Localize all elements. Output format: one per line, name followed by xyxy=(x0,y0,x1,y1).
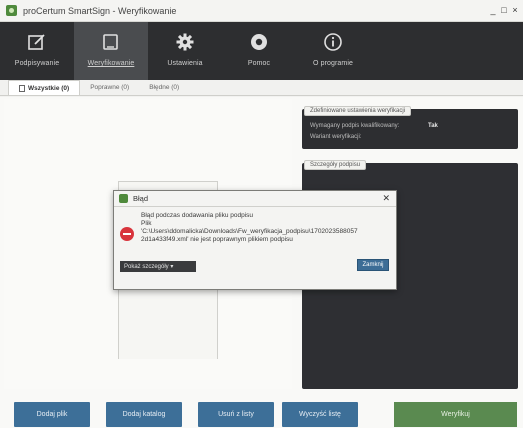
title-bar: proCertum SmartSign - Weryfikowanie _ □ … xyxy=(0,0,523,22)
window-controls: _ □ × xyxy=(489,4,519,16)
close-window-button[interactable]: × xyxy=(511,4,519,16)
setting-variant-label: Wariant weryfikacji: xyxy=(310,134,362,140)
tab-valid-label: Poprawne (0) xyxy=(90,84,130,91)
dialog-message: Błąd podczas dodawania pliku podpisu Pli… xyxy=(141,212,391,244)
dialog-close-button[interactable]: Zamknij xyxy=(357,259,389,271)
add-file-button[interactable]: Dodaj plik xyxy=(14,402,90,427)
window-title: proCertum SmartSign - Weryfikowanie xyxy=(23,5,177,16)
toolbar-about-label: O programie xyxy=(312,60,353,67)
add-folder-button[interactable]: Dodaj katalog xyxy=(106,402,182,427)
settings-panel-header: Zdefiniowane ustawienia weryfikacji xyxy=(304,106,412,116)
info-icon xyxy=(324,33,342,51)
dialog-message-line: 2d1a433f49.xml' nie jest poprawnym pliki… xyxy=(141,236,293,243)
help-icon xyxy=(251,34,267,50)
verify-button[interactable]: Weryfikuj xyxy=(394,402,517,427)
toolbar-settings-label: Ustawienia xyxy=(167,60,203,67)
dialog-title-bar: Błąd ✕ xyxy=(114,191,396,207)
main-toolbar: Podpisywanie Weryfikowanie Ustawienia Po… xyxy=(0,22,523,80)
toolbar-verify-label: Weryfikowanie xyxy=(87,60,135,67)
filter-tabs: Wszystkie (0) Poprawne (0) Błędne (0) xyxy=(0,80,523,96)
dialog-message-line: Błąd podczas dodawania pliku podpisu xyxy=(141,212,254,219)
document-icon xyxy=(19,84,25,92)
tab-invalid[interactable]: Błędne (0) xyxy=(139,80,189,95)
toolbar-verify-button[interactable]: Weryfikowanie xyxy=(74,22,148,80)
dialog-title: Błąd xyxy=(133,194,149,203)
app-logo-icon xyxy=(6,5,17,16)
tab-all-label: Wszystkie (0) xyxy=(28,84,70,92)
close-icon[interactable]: ✕ xyxy=(382,193,390,204)
minimize-button[interactable]: _ xyxy=(489,4,497,16)
tab-valid[interactable]: Poprawne (0) xyxy=(80,80,139,95)
toolbar-help-button[interactable]: Pomoc xyxy=(222,22,296,80)
remove-from-list-button[interactable]: Usuń z listy xyxy=(198,402,274,427)
error-icon xyxy=(120,227,134,241)
toolbar-signing-button[interactable]: Podpisywanie xyxy=(0,22,74,80)
setting-qualified-label: Wymagany podpis kwalifikowany: xyxy=(310,123,400,129)
sign-icon xyxy=(28,34,45,50)
toolbar-about-button[interactable]: O programie xyxy=(296,22,370,80)
tab-all[interactable]: Wszystkie (0) xyxy=(8,80,81,95)
dialog-message-line: 'C:\Users\ddomalicka\Downloads\Fw_weryfi… xyxy=(141,228,358,235)
setting-qualified-value: Tak xyxy=(428,123,438,129)
toolbar-help-label: Pomoc xyxy=(247,60,271,67)
verification-settings-panel: Zdefiniowane ustawienia weryfikacji Wyma… xyxy=(302,106,518,149)
toolbar-settings-button[interactable]: Ustawienia xyxy=(148,22,222,80)
show-details-button[interactable]: Pokaż szczegóły ▾ xyxy=(120,261,196,272)
verify-icon xyxy=(103,34,118,50)
gear-icon xyxy=(176,33,194,51)
toolbar-signing-label: Podpisywanie xyxy=(14,60,60,67)
tab-invalid-label: Błędne (0) xyxy=(149,84,180,91)
app-window: proCertum SmartSign - Weryfikowanie _ □ … xyxy=(0,0,523,428)
maximize-button[interactable]: □ xyxy=(500,4,508,16)
clear-list-button[interactable]: Wyczyść listę xyxy=(282,402,358,427)
error-dialog: Błąd ✕ Błąd podczas dodawania pliku podp… xyxy=(113,190,397,290)
dialog-message-line: Plik xyxy=(141,220,152,227)
details-panel-header: Szczegóły podpisu xyxy=(304,160,367,170)
app-logo-icon xyxy=(119,194,128,203)
